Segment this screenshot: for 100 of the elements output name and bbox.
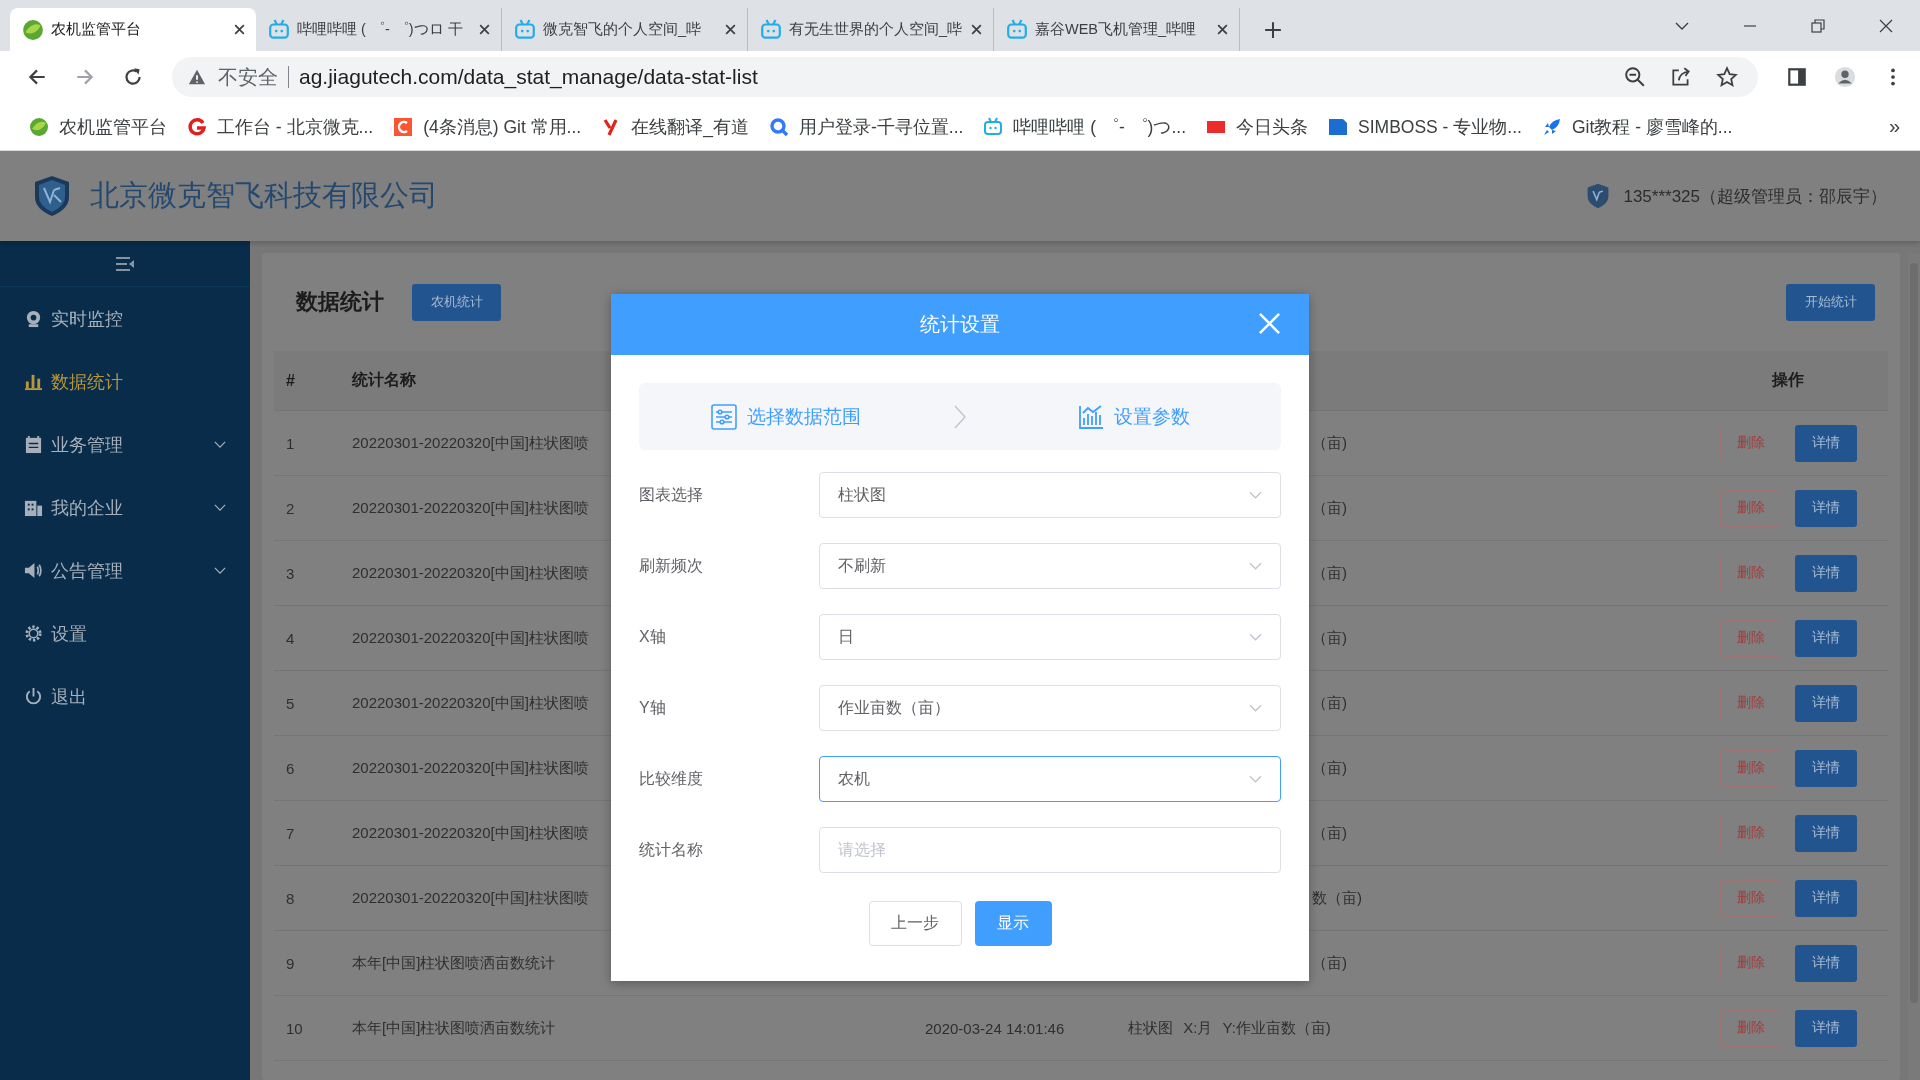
share-icon[interactable] [1670, 66, 1692, 88]
table-cell-text: 10 [285, 1019, 303, 1037]
browser-tab[interactable]: 哔哩哔哩 ( ゜- ゜)つロ 干 [256, 8, 502, 51]
detail-button[interactable]: 详情 [1794, 879, 1857, 917]
close-icon[interactable] [1216, 23, 1229, 36]
building-icon [24, 498, 43, 517]
back-button[interactable]: 上一步 [868, 901, 962, 946]
bookmark[interactable]: 今日头条 [1197, 109, 1317, 144]
sidebar-item[interactable]: 公告管理 [0, 539, 250, 602]
sidebar-item[interactable]: 我的企业 [0, 476, 250, 539]
bookmark-title: 农机监管平台 [59, 115, 167, 139]
shield-logo-icon [1587, 183, 1610, 209]
detail-button[interactable]: 详情 [1794, 944, 1857, 982]
close-icon[interactable] [478, 23, 491, 36]
detail-button[interactable]: 详情 [1794, 489, 1857, 527]
shield-logo-icon [34, 175, 70, 217]
bookmark[interactable]: 哔哩哔哩 ( ゜- ゜)つ... [974, 109, 1195, 144]
browser-tab[interactable]: 嘉谷WEB飞机管理_哔哩 [994, 8, 1240, 51]
bookmark-title: 今日头条 [1236, 115, 1308, 139]
browser-tab[interactable]: 有无生世界的个人空间_哔 [748, 8, 994, 51]
browser-tab[interactable]: 农机监管平台 [10, 8, 256, 51]
close-icon[interactable] [970, 23, 983, 36]
bookmark[interactable]: 工作台 - 北京微克... [178, 109, 383, 144]
detail-button[interactable]: 详情 [1794, 1009, 1857, 1047]
collapse-menu-icon[interactable] [115, 255, 135, 272]
security-label: 不安全 [218, 64, 278, 90]
profile-icon[interactable] [1834, 66, 1856, 88]
bookmark-title: SIMBOSS - 专业物... [1358, 115, 1522, 139]
close-icon[interactable] [1878, 18, 1894, 34]
column-header: 操作 [1772, 370, 1804, 390]
field-label: 统计名称 [639, 839, 704, 860]
detail-button[interactable]: 详情 [1794, 619, 1857, 657]
table-cell-text: 2020-03-24 14:01:46 [924, 1019, 1065, 1037]
leaf-icon [29, 116, 49, 137]
table-cell-text: （亩) [1311, 563, 1347, 583]
field-label: X轴 [639, 626, 667, 647]
sidebar-item[interactable]: 数据统计 [0, 350, 250, 413]
bookmark[interactable]: SIMBOSS - 专业物... [1319, 109, 1531, 144]
dialog-title: 统计设置 [920, 312, 1000, 337]
url-text: ag.jiagutech.com/data_stat_manage/data-stat-list [299, 65, 758, 89]
bookmark-title: 工作台 - 北京微克... [217, 115, 374, 139]
start-button[interactable]: 开始统计 [1786, 283, 1875, 321]
detail-button[interactable]: 详情 [1794, 424, 1857, 462]
close-icon[interactable] [724, 23, 737, 36]
sidebar-item[interactable]: 实时监控 [0, 287, 250, 350]
bookmark[interactable]: 在线翻译_有道 [592, 109, 758, 144]
table-cell: 20220301-20220320[中国]柱状图喷 [352, 823, 589, 843]
detail-button[interactable]: 详情 [1794, 684, 1857, 722]
sidebar-item[interactable]: 业务管理 [0, 413, 250, 476]
more-bookmarks[interactable]: » [1888, 115, 1900, 138]
detail-button[interactable]: 详情 [1794, 814, 1857, 852]
bookmark[interactable]: (4条消息) Git 常用... [384, 109, 591, 144]
reload-icon[interactable] [122, 66, 144, 88]
new-tab-icon[interactable] [1264, 21, 1282, 39]
field-label: 刷新频次 [639, 555, 704, 576]
table-cell-text: 7 [285, 824, 295, 842]
step-label: 选择数据范围 [747, 404, 861, 429]
select-field[interactable]: 不刷新 [819, 543, 1281, 589]
table-cell-text: （亩) [1311, 693, 1347, 713]
webcam-icon [24, 309, 43, 328]
side-panel-icon[interactable] [1786, 66, 1808, 88]
chevron-down-icon [214, 441, 226, 448]
close-icon[interactable] [233, 23, 246, 36]
bookmark[interactable]: 用户登录-千寻位置... [759, 109, 973, 144]
user-info[interactable]: 135***325（超级管理员：邵辰宇） [1623, 184, 1887, 208]
chevron-down-icon [1249, 491, 1262, 499]
bookmark[interactable]: Git教程 - 廖雪峰的... [1532, 109, 1742, 144]
table-cell: 20220301-20220320[中国]柱状图喷 [352, 888, 589, 908]
filter-button[interactable]: 农机统计 [412, 283, 501, 321]
select-field[interactable]: 作业亩数（亩） [819, 685, 1281, 731]
address-bar[interactable]: 不安全 ag.jiagutech.com/data_stat_manage/data-stat-list [172, 57, 1758, 97]
sidebar-item[interactable]: 设置 [0, 602, 250, 665]
chevron-down-icon [1249, 704, 1262, 712]
detail-button[interactable]: 详情 [1794, 749, 1857, 787]
select-field[interactable]: 农机 [819, 756, 1281, 802]
table-cell-text: 柱状图 X:月 Y:作业亩数（亩) [1127, 1018, 1331, 1038]
tv-icon [514, 18, 536, 41]
table-cell: 本年[中国]柱状图喷洒亩数统计 [352, 1018, 556, 1038]
settings-icon [24, 624, 43, 643]
zoom-out-icon[interactable] [1624, 66, 1646, 88]
select-field[interactable]: 柱状图 [819, 472, 1281, 518]
chevron-down-icon [1249, 562, 1262, 570]
tab-title: 农机监管平台 [51, 20, 142, 39]
select-field[interactable]: 日 [819, 614, 1281, 660]
table-cell: 20220301-20220320[中国]柱状图喷 [352, 628, 589, 648]
restore-icon[interactable] [1810, 18, 1826, 34]
sim-card-icon [1328, 116, 1348, 137]
detail-button[interactable]: 详情 [1794, 554, 1857, 592]
bookmark[interactable]: 农机监管平台 [20, 109, 176, 144]
chevron-down-icon [214, 504, 226, 511]
company-name: 北京微克智飞科技有限公司 [90, 178, 438, 213]
table-cell-text: 5 [285, 694, 295, 712]
input-field[interactable]: 请选择 [819, 827, 1281, 873]
star-icon[interactable] [1716, 66, 1738, 88]
bookmark-title: (4条消息) Git 常用... [423, 115, 582, 139]
table-cell-text: 数（亩) [1311, 888, 1362, 908]
browser-tab[interactable]: 微克智飞的个人空间_哔 [502, 8, 748, 51]
clipboard-icon [24, 435, 43, 454]
power-icon [24, 687, 43, 706]
sidebar-item[interactable]: 退出 [0, 665, 250, 728]
